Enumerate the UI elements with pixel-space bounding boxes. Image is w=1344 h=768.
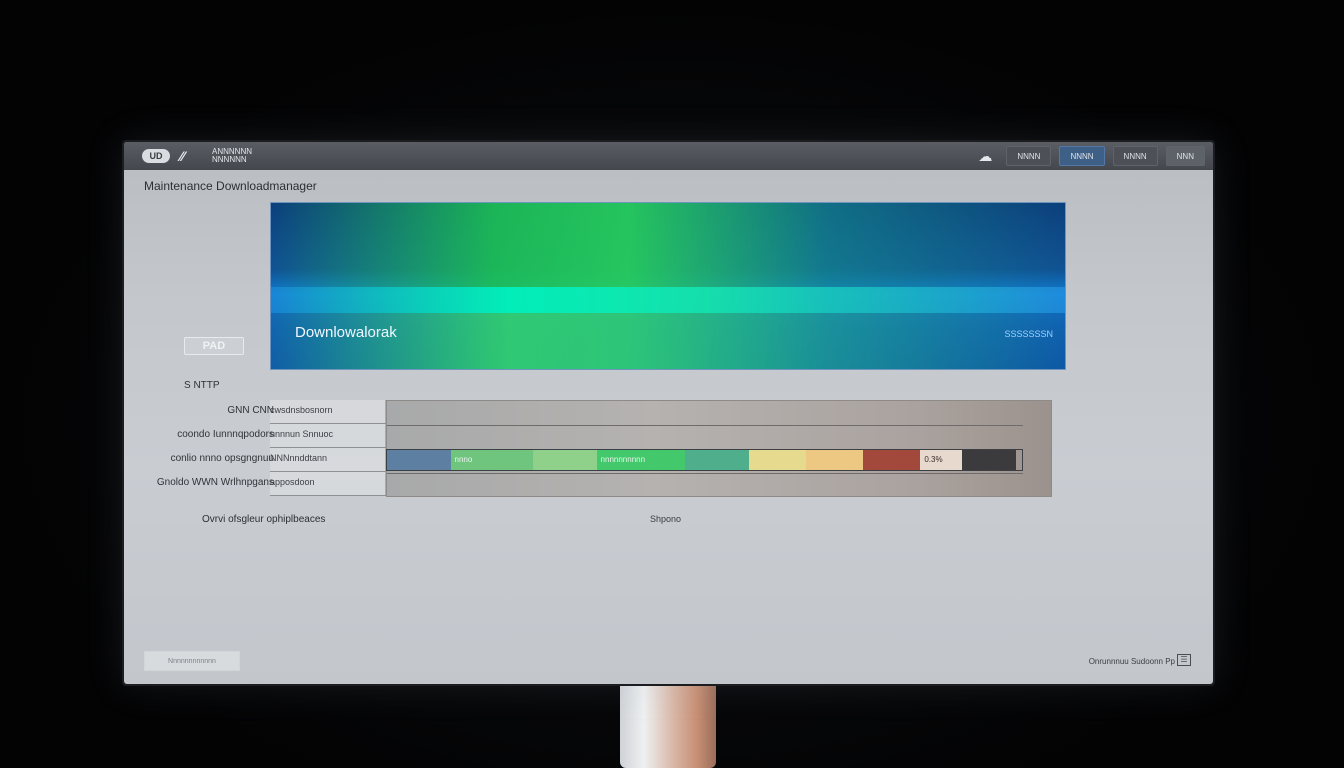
bar-segment: nnnnnnnnnn <box>596 450 686 470</box>
table-row[interactable]: Gnoldo WWN Wrlhnpgans apposdoon <box>124 472 1054 496</box>
caption-center: Shpono <box>650 514 682 524</box>
bar-segment <box>748 450 807 470</box>
row-value: nnnnun Snnuoc <box>270 429 334 439</box>
table-row[interactable]: GNN CNN cwsdnsbosnorn <box>124 400 1054 424</box>
side-label: S NTTP <box>184 380 220 391</box>
row-value: apposdoon <box>270 477 315 487</box>
footer-button[interactable]: Nnnnnnnnnnnn <box>144 651 240 671</box>
row-label: conlio nnno opsgngnuu <box>170 453 274 464</box>
segmented-progress-bar: nnno nnnnnnnnnn 0.3% <box>386 449 1023 471</box>
title-bar-right: ☁ NNNN NNNN NNNN NNN <box>978 146 1213 166</box>
grid-icon[interactable]: ☰ <box>1177 654 1191 666</box>
bar-segment <box>961 450 1016 470</box>
banner-lower-band <box>271 313 1065 369</box>
footer-status: Onrunnnuu Sudoonn Pp <box>1088 657 1175 666</box>
monitor-stand <box>620 684 716 768</box>
banner-tag[interactable]: SSSSSSSN <box>1004 329 1053 339</box>
row-label: GNN CNN <box>227 405 274 416</box>
titlebar-button-1[interactable]: NNNN <box>1006 146 1052 166</box>
title-bar: UD ⁄⁄ ANNNNNN NNNNNN ☁ NNNN NNNN NNNN NN… <box>124 142 1213 170</box>
app-logo-icon: UD <box>142 149 170 163</box>
brand-text: ANNNNNN NNNNNN <box>212 147 252 164</box>
bar-segment <box>533 450 597 470</box>
row-label: coondo Iunnnqpodors <box>177 429 274 440</box>
title-bar-left: UD ⁄⁄ ANNNNNN NNNNNN <box>124 148 272 164</box>
bar-segment <box>806 450 864 470</box>
row-value: cwsdnsbosnorn <box>270 405 333 415</box>
caption-left: Ovrvi ofsgleur ophiplbeaces <box>202 514 326 525</box>
row-value: NNNnnddtann <box>270 453 328 463</box>
bar-segment: nnno <box>450 450 534 470</box>
banner-title: Downlowalorak <box>295 324 397 341</box>
titlebar-button-2[interactable]: NNNN <box>1059 146 1105 166</box>
data-table: GNN CNN cwsdnsbosnorn coondo Iunnnqpodor… <box>124 400 1054 496</box>
brand-slash-icon: ⁄⁄ <box>180 148 185 164</box>
bar-segment-label: 0.3% <box>924 455 943 464</box>
bar-segment-label: nnnnnnnnnn <box>600 455 646 464</box>
download-banner: Downlowalorak SSSSSSSN <box>270 202 1066 370</box>
bar-segment-label: nnno <box>454 455 473 464</box>
page-title: Maintenance Downloadmanager <box>144 179 317 193</box>
bar-segment: 0.3% <box>920 450 962 470</box>
bar-segment <box>863 450 921 470</box>
titlebar-button-4[interactable]: NNN <box>1165 146 1205 166</box>
bar-segment <box>685 450 749 470</box>
monitor: UD ⁄⁄ ANNNNNN NNNNNN ☁ NNNN NNNN NNNN NN… <box>122 140 1215 686</box>
row-underline <box>270 495 386 496</box>
table-row[interactable]: coondo Iunnnqpodors nnnnun Snnuoc <box>124 424 1054 448</box>
cloud-icon[interactable]: ☁ <box>978 149 998 163</box>
row-label: Gnoldo WWN Wrlhnpgans <box>156 477 274 488</box>
side-badge: PAD <box>184 337 244 355</box>
titlebar-button-3[interactable]: NNNN <box>1112 146 1158 166</box>
screen: UD ⁄⁄ ANNNNNN NNNNNN ☁ NNNN NNNN NNNN NN… <box>124 142 1213 684</box>
banner-stripe <box>271 287 1065 313</box>
bar-segment <box>387 450 451 470</box>
scene: UD ⁄⁄ ANNNNNN NNNNNN ☁ NNNN NNNN NNNN NN… <box>0 0 1344 768</box>
